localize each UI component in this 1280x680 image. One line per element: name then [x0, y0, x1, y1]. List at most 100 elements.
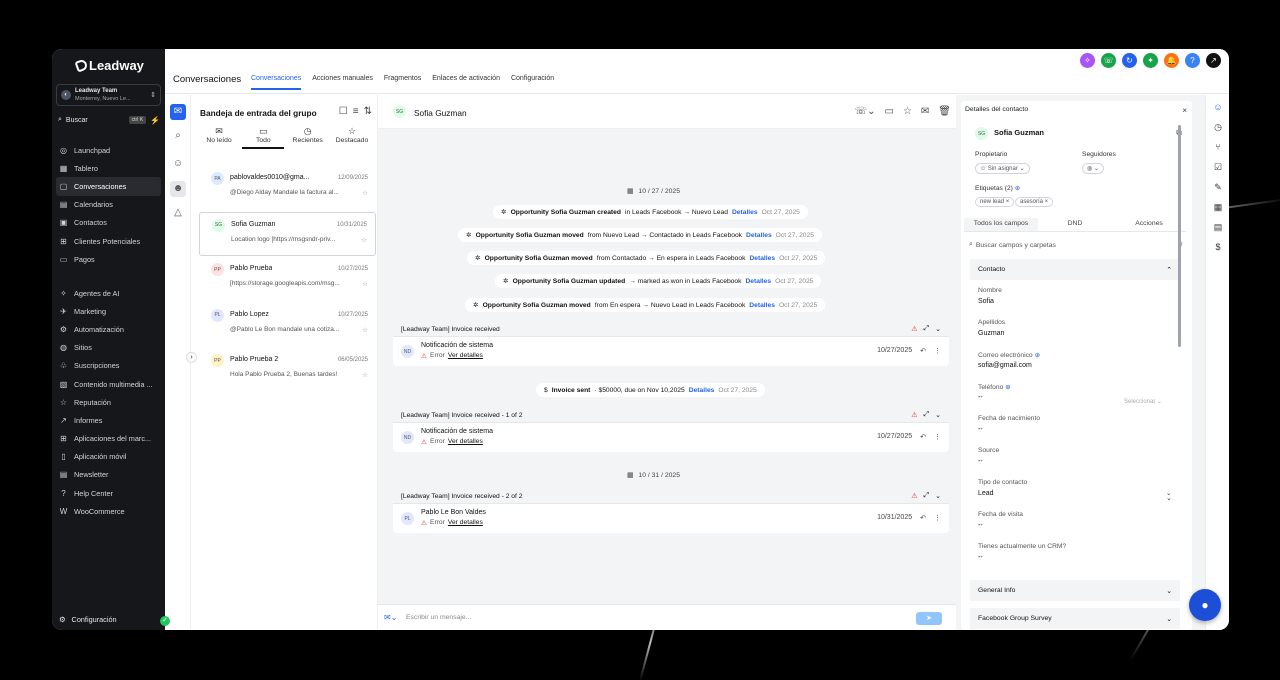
task-icon[interactable]: ☑: [1212, 161, 1224, 173]
view-details-link[interactable]: Ver detalles: [448, 519, 483, 527]
message-input[interactable]: Escribir un mensaje...: [406, 614, 471, 621]
workflow-icon[interactable]: ⑂: [1212, 141, 1224, 153]
send-button[interactable]: ➤: [916, 612, 942, 625]
more-icon[interactable]: ⋮: [934, 347, 941, 355]
chevron-right-icon[interactable]: ›: [186, 352, 197, 363]
topbar-action-icon[interactable]: ☏: [1101, 53, 1116, 68]
dollar-icon[interactable]: $: [1212, 241, 1224, 253]
details-scrollbar[interactable]: [1178, 125, 1181, 347]
bolt-icon[interactable]: ⚡: [150, 116, 160, 125]
star-icon[interactable]: ☆: [362, 189, 368, 196]
phone-icon[interactable]: ☏⌄: [855, 106, 876, 117]
filter-tab[interactable]: ▭ Todo: [242, 126, 285, 149]
field-value[interactable]: --: [978, 394, 983, 401]
filter-icon[interactable]: ≡: [353, 106, 359, 117]
chat-launcher-button[interactable]: ●: [1189, 589, 1221, 621]
list-item[interactable]: SG Sofia Guzman 10/31/2025 Location logo [h…: [199, 211, 376, 256]
calendar-icon[interactable]: ▦: [1212, 201, 1224, 213]
history-icon[interactable]: ◷: [1212, 121, 1224, 133]
topbar-action-icon[interactable]: ✧: [1080, 53, 1095, 68]
email-card[interactable]: [Leadway Team] Invoice received ⚠ ⤢ ⌄ ND Noti…: [393, 322, 949, 366]
field-value[interactable]: --: [978, 522, 983, 529]
field-value[interactable]: Guzman: [978, 330, 1004, 337]
mail-icon[interactable]: ✉: [921, 106, 929, 117]
sidebar-item-pagos[interactable]: ▭ Pagos: [56, 250, 161, 268]
phone-type-select[interactable]: Seleccionar ⌄: [1124, 398, 1162, 405]
brand-logo[interactable]: Leadway: [74, 58, 144, 73]
sidebar-settings[interactable]: ⚙ Configuración ✓: [59, 615, 170, 626]
section-contact[interactable]: Contacto ⌃: [970, 259, 1180, 280]
trash-icon[interactable]: 🗑: [938, 106, 951, 117]
sidebar-item-woocommerce[interactable]: W WooCommerce: [56, 502, 161, 520]
sidebar-item-reputaci-n[interactable]: ☆ Reputación: [56, 393, 161, 411]
sidebar-item-calendarios[interactable]: ▤ Calendarios: [56, 196, 161, 214]
account-switcher[interactable]: ◐ Leadway Team Monterrey, Nuevo Le... ⇕: [56, 84, 161, 106]
sidebar-item-launchpad[interactable]: ◎ Launchpad: [56, 141, 161, 159]
field-value[interactable]: Sofia: [978, 298, 994, 305]
fields-search[interactable]: ⌕ Buscar campos y carpetas ⊽: [969, 238, 1183, 252]
email-card[interactable]: [Leadway Team] Invoice received - 1 of 2…: [393, 408, 949, 452]
sidebar-item-help-center[interactable]: ? Help Center: [56, 484, 161, 502]
details-link[interactable]: Detalles: [746, 232, 772, 239]
tag-chip[interactable]: asesoría ×: [1015, 197, 1054, 207]
sidebar-item-tablero[interactable]: ▦ Tablero: [56, 159, 161, 177]
expand-icon[interactable]: ⤢: [924, 411, 930, 419]
fields-search-input[interactable]: Buscar campos y carpetas: [976, 242, 1056, 249]
chevron-down-icon[interactable]: ⌄: [1166, 494, 1172, 502]
list-item[interactable]: PL Pablo Lopez 10/27/2025 @Pablo Le Bon man…: [199, 303, 376, 347]
chat-icon[interactable]: ✉: [170, 104, 186, 120]
filter-tab[interactable]: ☆ Destacado: [331, 126, 373, 149]
tag-chip[interactable]: new lead ×: [975, 197, 1015, 207]
sidebar-item-conversaciones[interactable]: ▢ Conversaciones: [56, 177, 161, 196]
star-icon[interactable]: ☆: [362, 371, 368, 378]
reply-icon[interactable]: ↶: [920, 514, 926, 522]
sidebar-item-clientes-potenciales[interactable]: ⊞ Clientes Potenciales: [56, 232, 161, 250]
close-icon[interactable]: ×: [1182, 106, 1187, 115]
section-facebook-survey[interactable]: Facebook Group Survey ⌄: [970, 608, 1180, 629]
mail-channel-icon[interactable]: ✉⌄: [384, 613, 397, 622]
filter-tab[interactable]: ◷ Recientes: [287, 126, 329, 149]
tab-enlaces-de-activaci-n[interactable]: Enlaces de activación: [432, 75, 500, 90]
sidebar-item-newsletter[interactable]: ▤ Newsletter: [56, 466, 161, 484]
details-tab[interactable]: DND: [1038, 218, 1112, 231]
star-icon[interactable]: ☆: [362, 326, 368, 333]
topbar-action-icon[interactable]: ↻: [1122, 53, 1137, 68]
chevron-down-icon[interactable]: ⌄: [935, 492, 941, 500]
tab-fragmentos[interactable]: Fragmentos: [384, 75, 421, 90]
sidebar-item-suscripciones[interactable]: ♧ Suscripciones: [56, 357, 161, 375]
document-icon[interactable]: ▤: [1212, 221, 1224, 233]
view-details-link[interactable]: Ver detalles: [448, 352, 483, 360]
reply-icon[interactable]: ↶: [920, 433, 926, 441]
topbar-action-icon[interactable]: 🔔: [1164, 53, 1179, 68]
reply-icon[interactable]: ↶: [920, 347, 926, 355]
details-link[interactable]: Detalles: [732, 209, 758, 216]
followers-select[interactable]: ◍ ⌄: [1082, 163, 1104, 174]
details-link[interactable]: Detalles: [745, 278, 771, 285]
star-icon[interactable]: ☆: [362, 280, 368, 287]
topbar-action-icon[interactable]: ↗: [1206, 53, 1221, 68]
list-item[interactable]: PP Pablo Prueba 2 06/05/2025 Hola Pablo Pru…: [199, 348, 376, 392]
details-tab[interactable]: Acciones: [1112, 218, 1186, 231]
sidebar-item-aplicaciones-del-marc[interactable]: ⊞ Aplicaciones del marc...: [56, 430, 161, 448]
view-details-link[interactable]: Ver detalles: [448, 438, 483, 446]
tab-conversaciones[interactable]: Conversaciones: [251, 75, 302, 90]
folder-icon[interactable]: ▭: [884, 106, 893, 117]
chevron-down-icon[interactable]: ⌄: [935, 325, 941, 333]
expand-icon[interactable]: ⤢: [924, 492, 930, 500]
field-value[interactable]: Lead: [978, 490, 1178, 497]
tab-configuraci-n[interactable]: Configuración: [511, 75, 554, 90]
sidebar-item-contactos[interactable]: ▣ Contactos: [56, 214, 161, 232]
field-value[interactable]: --: [978, 426, 983, 433]
sidebar-item-sitios[interactable]: ◍ Sitios: [56, 339, 161, 357]
details-link[interactable]: Detalles: [749, 255, 775, 262]
more-icon[interactable]: ⋮: [934, 514, 941, 522]
sidebar-search[interactable]: ⌕ Buscar ctrl K ⚡: [58, 114, 160, 126]
sidebar-item-marketing[interactable]: ✈ Marketing: [56, 302, 161, 320]
filter-tab[interactable]: ✉ No leído: [198, 126, 240, 149]
topbar-action-icon[interactable]: ?: [1185, 53, 1200, 68]
sort-icon[interactable]: ⇅: [364, 106, 372, 117]
expand-icon[interactable]: ⤢: [924, 325, 930, 333]
field-value[interactable]: --: [978, 554, 983, 561]
details-tab[interactable]: Todos los campos: [964, 218, 1038, 231]
details-link[interactable]: Detalles: [749, 302, 775, 309]
